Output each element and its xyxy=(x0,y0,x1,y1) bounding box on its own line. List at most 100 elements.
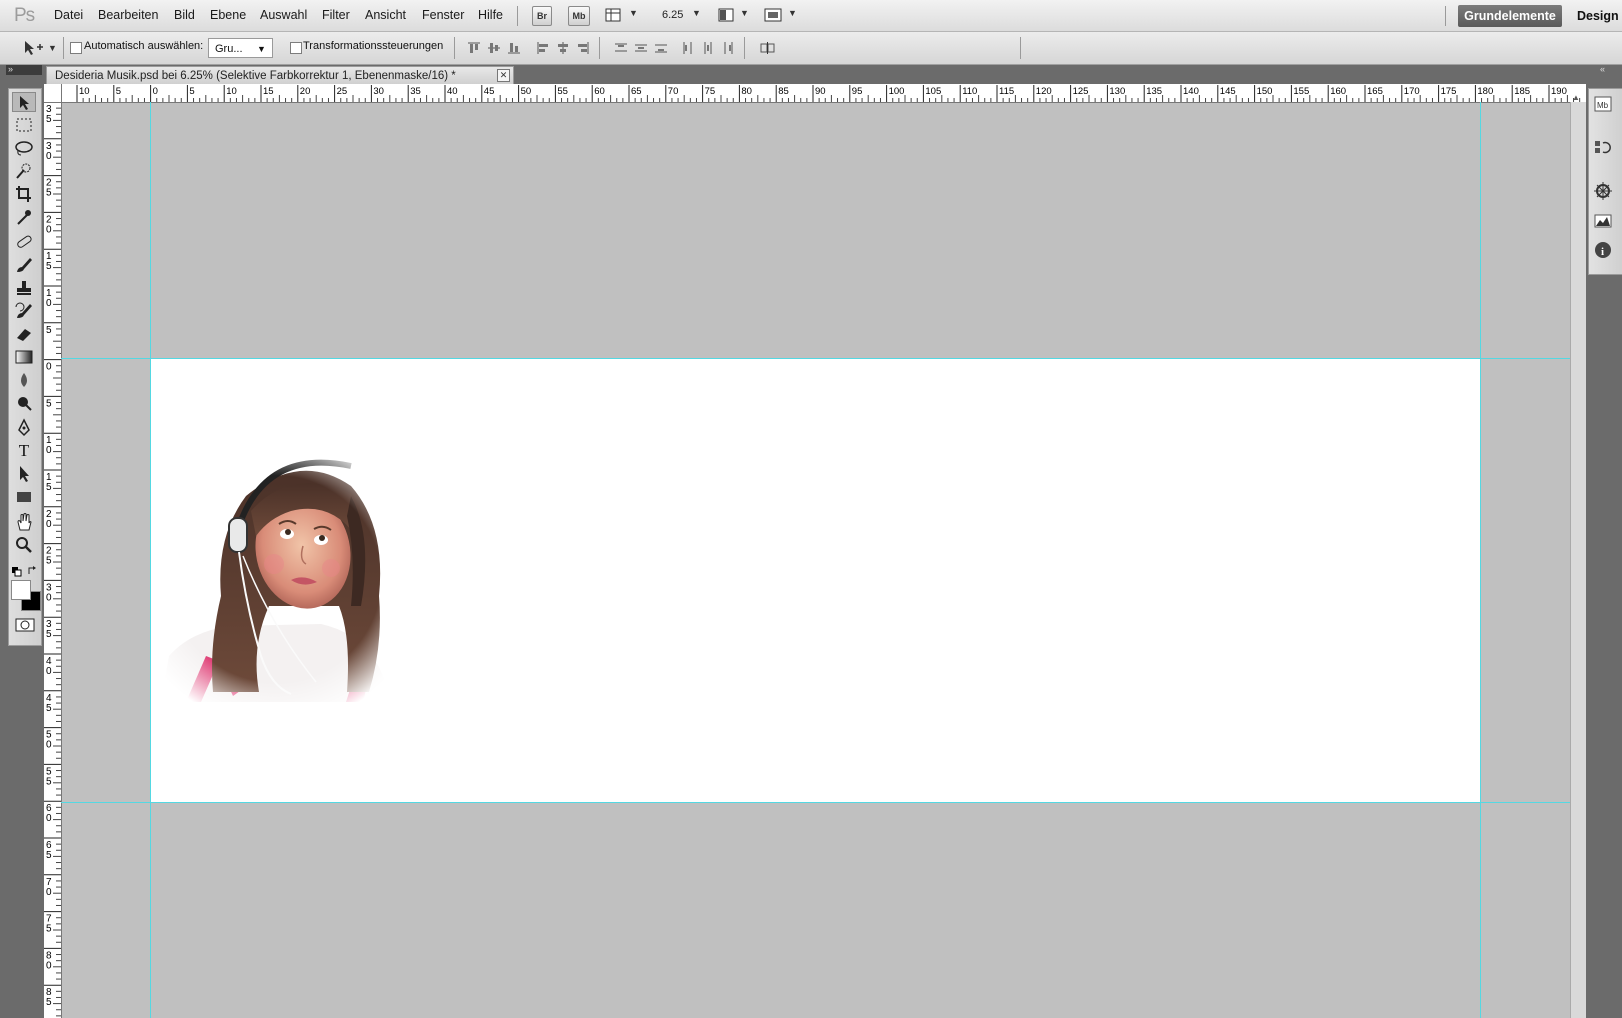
swap-colors-icon[interactable] xyxy=(27,565,38,576)
ruler-label: 0 xyxy=(46,151,52,162)
document-canvas[interactable] xyxy=(151,359,1480,802)
menu-fenster[interactable]: Fenster xyxy=(422,8,464,22)
menu-bearbeiten[interactable]: Bearbeiten xyxy=(98,8,158,22)
menu-datei[interactable]: Datei xyxy=(54,8,83,22)
workspace-design-button[interactable]: Design xyxy=(1577,9,1619,23)
menu-hilfe[interactable]: Hilfe xyxy=(478,8,503,22)
ruler-label: 80 xyxy=(741,86,752,97)
close-icon[interactable]: ✕ xyxy=(497,69,510,82)
bridge-button[interactable]: Br xyxy=(532,6,552,26)
ruler-label: 0 xyxy=(46,519,52,530)
gradient-tool-icon[interactable] xyxy=(12,347,36,367)
ruler-label: 40 xyxy=(447,86,458,97)
zoom-tool-icon[interactable] xyxy=(12,535,36,555)
guide-vertical-left[interactable] xyxy=(150,102,151,1018)
align-left-icon[interactable] xyxy=(536,41,550,55)
hand-tool-icon[interactable] xyxy=(12,512,36,532)
eyedropper-tool-icon[interactable] xyxy=(12,207,36,227)
align-right-icon[interactable] xyxy=(576,41,590,55)
distribute-right-icon[interactable] xyxy=(721,41,735,55)
ruler-horizontal[interactable]: 10 5 0 5 10 15 20 25 30 35 40 45 50 55 60 65 70 75 80 85 90 9… xyxy=(44,84,1586,103)
menu-auswahl[interactable]: Auswahl xyxy=(260,8,307,22)
ruler-label: 115 xyxy=(999,86,1014,97)
transform-controls-label: Transformationssteuerungen xyxy=(303,40,444,52)
path-selection-tool-icon[interactable] xyxy=(12,464,36,484)
ruler-label: 5 xyxy=(46,924,52,935)
quick-selection-tool-icon[interactable] xyxy=(12,161,36,181)
ruler-label: 5 xyxy=(46,997,52,1008)
chevron-down-icon[interactable]: ▼ xyxy=(788,8,797,18)
info-icon[interactable]: i xyxy=(1593,240,1613,260)
align-horizontal-center-icon[interactable] xyxy=(556,41,570,55)
chevron-down-icon[interactable]: ▼ xyxy=(48,43,57,53)
ruler-vertical[interactable]: 3530252015105051015202530354045505560657… xyxy=(44,102,62,1018)
default-colors-icon[interactable] xyxy=(12,566,22,577)
distribute-vertical-center-icon[interactable] xyxy=(634,41,648,55)
distribute-bottom-icon[interactable] xyxy=(654,41,668,55)
eraser-tool-icon[interactable] xyxy=(12,324,36,344)
ruler-origin[interactable] xyxy=(44,84,62,103)
arrange-documents-icon[interactable] xyxy=(718,7,734,23)
menu-ansicht[interactable]: Ansicht xyxy=(365,8,406,22)
transform-controls-checkbox[interactable] xyxy=(290,42,302,54)
auto-align-layers-icon[interactable] xyxy=(760,41,775,55)
ruler-label: 110 xyxy=(962,86,977,97)
scroll-up-icon[interactable]: ▲ xyxy=(1572,93,1580,102)
zoom-level[interactable]: 6.25 xyxy=(662,9,683,21)
chevron-down-icon[interactable]: ▼ xyxy=(692,8,701,18)
rectangle-tool-icon[interactable] xyxy=(12,487,36,507)
guide-horizontal-bottom[interactable] xyxy=(61,802,1570,803)
ruler-label: 0 xyxy=(46,362,52,373)
histogram-icon[interactable] xyxy=(1593,211,1613,231)
lasso-tool-icon[interactable] xyxy=(12,138,36,158)
guide-vertical-right[interactable] xyxy=(1480,102,1481,1018)
screen-mode-icon[interactable] xyxy=(764,7,782,23)
ruler-label: 185 xyxy=(1514,86,1530,97)
quick-mask-icon[interactable] xyxy=(15,618,35,632)
mini-bridge-button[interactable]: Mb xyxy=(568,6,590,26)
ruler-label: 55 xyxy=(557,86,568,97)
history-brush-tool-icon[interactable] xyxy=(12,301,36,321)
distribute-top-icon[interactable] xyxy=(614,41,628,55)
ruler-label: 125 xyxy=(1073,86,1089,97)
auto-select-checkbox[interactable] xyxy=(70,42,82,54)
menu-filter[interactable]: Filter xyxy=(322,8,350,22)
view-extras-icon[interactable] xyxy=(605,7,621,23)
clone-stamp-tool-icon[interactable] xyxy=(12,278,36,298)
align-vertical-center-icon[interactable] xyxy=(487,41,501,55)
chevron-down-icon[interactable]: ▼ xyxy=(257,44,266,54)
ruler-label: 5 xyxy=(46,261,52,272)
chevron-down-icon[interactable]: ▼ xyxy=(740,8,749,18)
ruler-label: 85 xyxy=(778,86,789,97)
collapse-panels-icon[interactable]: « xyxy=(1600,64,1605,74)
ruler-label: 50 xyxy=(521,86,532,97)
marquee-tool-icon[interactable] xyxy=(12,115,36,135)
vertical-scrollbar[interactable] xyxy=(1570,102,1587,1018)
ruler-label: 5 xyxy=(46,325,52,336)
document-tab[interactable]: Desideria Musik.psd bei 6.25% (Selektive… xyxy=(46,66,514,84)
crop-tool-icon[interactable] xyxy=(12,184,36,204)
type-tool-icon[interactable]: T xyxy=(12,441,36,461)
history-icon[interactable] xyxy=(1593,137,1613,157)
healing-brush-tool-icon[interactable] xyxy=(12,232,36,252)
brush-tool-icon[interactable] xyxy=(12,255,36,275)
mini-bridge-icon[interactable]: Mb xyxy=(1593,94,1613,114)
align-top-icon[interactable] xyxy=(467,41,481,55)
dodge-tool-icon[interactable] xyxy=(12,393,36,413)
move-tool-icon[interactable] xyxy=(12,92,36,112)
navigator-icon[interactable] xyxy=(1593,181,1613,201)
align-bottom-icon[interactable] xyxy=(507,41,521,55)
ruler-label: 5 xyxy=(46,850,52,861)
workspace-grundelemente-button[interactable]: Grundelemente xyxy=(1458,5,1562,27)
menu-bild[interactable]: Bild xyxy=(174,8,195,22)
blur-tool-icon[interactable] xyxy=(12,370,36,390)
foreground-color-swatch[interactable] xyxy=(11,580,31,600)
distribute-left-icon[interactable] xyxy=(681,41,695,55)
expand-toolbar-icon[interactable]: » xyxy=(8,64,13,74)
move-tool-preset-icon[interactable] xyxy=(22,40,44,56)
menu-ebene[interactable]: Ebene xyxy=(210,8,246,22)
chevron-down-icon[interactable]: ▼ xyxy=(629,8,638,18)
pen-tool-icon[interactable] xyxy=(12,418,36,438)
ruler-label: 0 xyxy=(46,813,52,824)
distribute-horizontal-center-icon[interactable] xyxy=(701,41,715,55)
